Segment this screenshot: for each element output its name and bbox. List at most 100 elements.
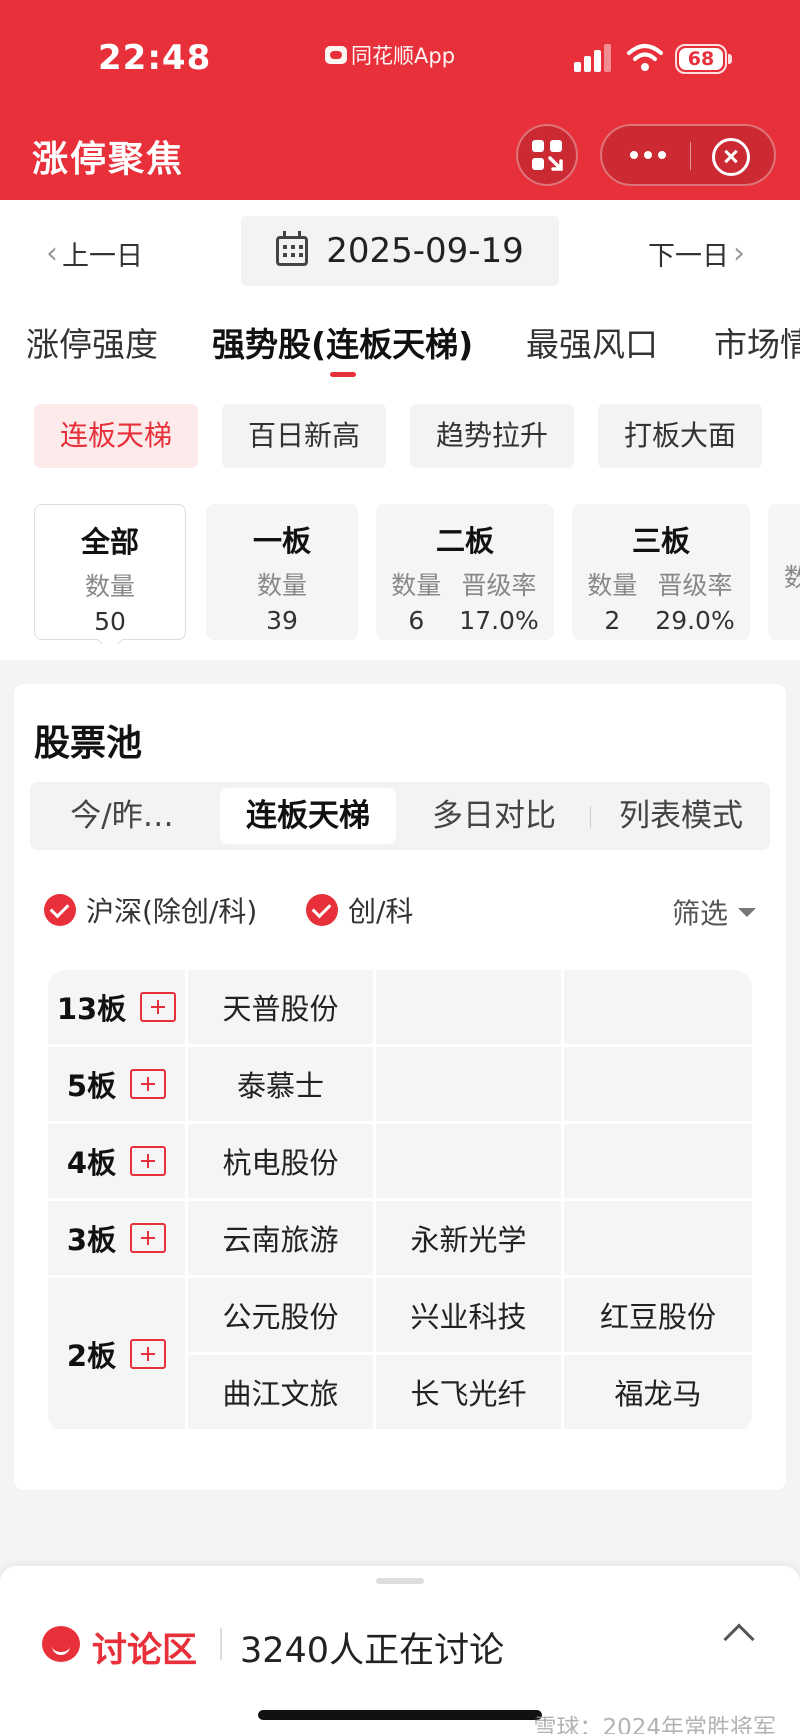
count-label: 数量 [391,571,442,600]
filter-main-board[interactable]: 沪深(除创/科) [44,890,257,930]
calendar-icon [276,231,309,266]
filter-label: 沪深(除创/科) [86,895,258,928]
page-title: 涨停聚焦 [32,139,185,180]
level-title: 二板 [435,524,494,558]
filter-dropdown[interactable]: 筛选 [672,892,756,932]
active-tab-indicator [329,372,356,377]
tab-market[interactable]: 市场情 [714,318,800,366]
stock-cell[interactable]: 天普股份 [188,970,376,1047]
stock-cell[interactable]: 长飞光纤 [376,1355,564,1432]
level-title: 三板 [631,524,690,558]
expand-plus-icon[interactable] [140,992,177,1022]
stock-cell-empty [564,1201,752,1278]
stock-cell-empty [564,1047,752,1124]
more-button[interactable] [624,142,672,168]
stock-cell[interactable]: 福龙马 [564,1355,752,1432]
ladder-level: 2板 [48,1278,188,1432]
stock-cell-empty [376,1047,564,1124]
battery-icon: 68 [675,44,732,74]
ladder-row: 5板 泰慕士 [48,1047,752,1124]
home-indicator [258,1710,542,1720]
chip-consecutive-ladder[interactable]: 连板天梯 [34,404,199,468]
stock-cell[interactable]: 泰慕士 [188,1047,376,1124]
caret-down-icon [738,907,756,917]
level-card-1[interactable]: 一板 数量 39 [206,504,358,640]
consecutive-board-ladder: 13板 天普股份 5板 泰慕士 4板 杭电股份 3板 云南旅游 永新光学 2板 … [48,970,752,1432]
watermark: 雪球：2024年常胜将军 [533,1715,776,1734]
chevron-up-icon[interactable] [723,1623,755,1655]
count-value: 2 [604,606,621,635]
expand-plus-icon[interactable] [130,1069,167,1099]
segment-multiday[interactable]: 多日对比 [402,788,586,844]
chip-board-fail[interactable]: 打板大面 [598,404,763,468]
stock-cell[interactable]: 云南旅游 [188,1201,376,1278]
level-label: 4板 [66,1146,117,1180]
stock-cell-empty [564,970,752,1047]
stock-cell-empty [376,1124,564,1201]
discussion-label: 讨论区 [92,1631,198,1671]
market-filters: 沪深(除创/科) 创/科 筛选 [44,888,764,932]
expand-plus-icon[interactable] [130,1338,167,1369]
stock-cell[interactable]: 公元股份 [188,1278,376,1355]
ladder-row: 2板 公元股份 兴业科技 红豆股份 曲江文旅 长飞光纤 福龙马 [48,1278,752,1432]
stock-cell-empty [376,970,564,1047]
tab-limit-strength[interactable]: 涨停强度 [26,318,158,366]
dot-icon [658,151,666,159]
view-segmented-control: 今/昨… 连板天梯 多日对比 列表模式 [30,782,770,850]
rate-value: 17.0% [459,606,539,635]
stock-cell[interactable]: 兴业科技 [376,1278,564,1355]
chip-100day-high[interactable]: 百日新高 [222,404,387,468]
count-label: 数量 [587,571,638,600]
stock-cell[interactable]: 杭电股份 [188,1124,376,1201]
chip-trend-rise[interactable]: 趋势拉升 [410,404,575,468]
main-tabs: 涨停强度 强势股(连板天梯) 最强风口 市场情 [0,318,800,378]
next-day-label: 下一日 [648,241,729,272]
stock-cell[interactable]: 永新光学 [376,1201,564,1278]
discussion-icon [42,1626,80,1662]
status-app-label: 同花顺App [351,44,456,68]
expand-plus-icon[interactable] [130,1146,167,1176]
grid-share-icon [532,140,563,171]
chevron-right-icon: › [733,235,745,271]
checkmark-icon [44,894,76,926]
chevron-left-icon: ‹ [46,235,58,271]
level-title: 一板 [252,524,311,558]
level-title: 全部 [80,525,139,559]
rate-label: 晋级率 [461,571,537,600]
prev-day-button[interactable]: ‹ 上一日 [46,234,143,273]
level-label: 3板 [66,1223,117,1257]
next-day-button[interactable]: 下一日 › [648,234,745,273]
segment-list-mode[interactable]: 列表模式 [592,788,770,844]
tab-hottest-theme[interactable]: 最强风口 [526,318,658,366]
board-level-cards: 全部 数量 50 一板 数量 39 二板 数量 6 晋级率 17.0% 三板 数… [0,504,800,644]
checkmark-icon [306,894,338,926]
level-card-partial[interactable]: 数 [768,504,800,640]
stock-cell[interactable]: 曲江文旅 [188,1355,376,1432]
drag-handle[interactable] [376,1578,424,1584]
segment-ladder[interactable]: 连板天梯 [220,788,396,844]
expand-plus-icon[interactable] [130,1223,167,1253]
level-card-all[interactable]: 全部 数量 50 [34,504,186,644]
share-button[interactable] [516,124,578,186]
segment-today-yesterday[interactable]: 今/昨… [30,788,214,844]
level-card-2[interactable]: 二板 数量 6 晋级率 17.0% [376,504,554,640]
stock-pool-title: 股票池 [34,723,143,764]
miniapp-capsule [600,124,776,186]
level-card-3[interactable]: 三板 数量 2 晋级率 29.0% [572,504,750,640]
ladder-level: 3板 [48,1201,188,1278]
status-app-name: 同花顺App [325,40,455,70]
ladder-row: 3板 云南旅游 永新光学 [48,1201,752,1278]
tab-strong-stocks[interactable]: 强势股(连板天梯) [212,318,473,377]
rate-value: 29.0% [655,606,735,635]
count-label: 数量 [256,571,307,600]
prev-day-label: 上一日 [62,241,143,272]
filter-chinext-star[interactable]: 创/科 [306,890,413,930]
date-picker[interactable]: 2025-09-19 [241,216,559,286]
rate-label: 晋级率 [657,571,733,600]
close-icon[interactable] [712,138,750,176]
filter-label: 创/科 [348,895,414,928]
stock-cell[interactable]: 红豆股份 [564,1278,752,1355]
discussion-bar[interactable]: 讨论区 3240人正在讨论 雪球：2024年常胜将军 [0,1566,800,1734]
dot-icon [630,151,638,159]
count-value: 6 [408,606,425,635]
